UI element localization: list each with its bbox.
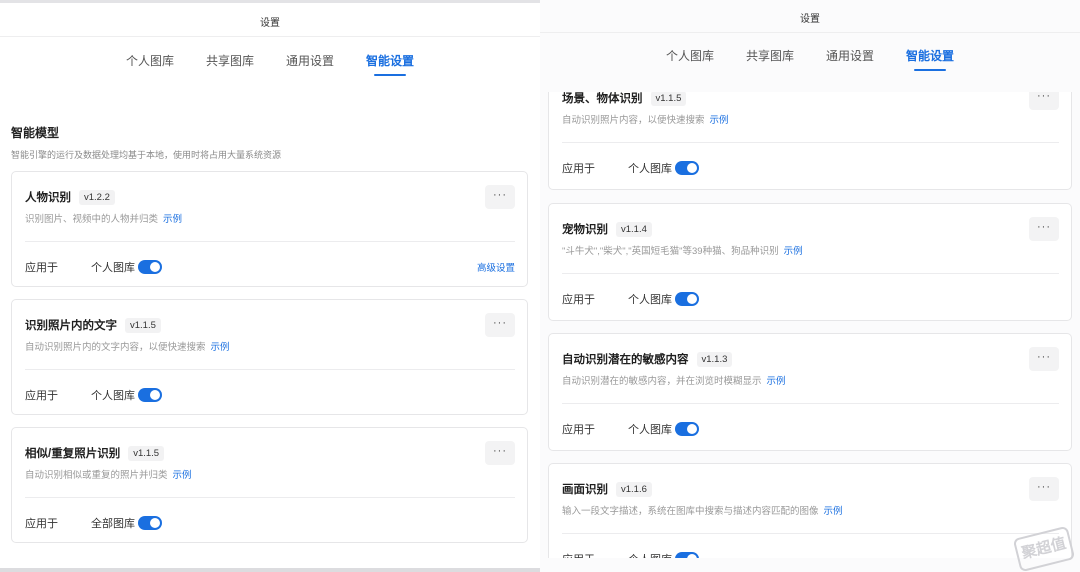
example-link[interactable]: 示例: [784, 246, 803, 257]
version-badge: v1.1.6: [616, 481, 652, 497]
tab-bar: 个人图库 共享图库 通用设置 智能设置: [540, 47, 1080, 71]
title-divider: [540, 32, 1080, 33]
enable-toggle[interactable]: [675, 292, 699, 306]
scope-label: 个人图库: [91, 262, 135, 274]
apply-label: 应用于: [25, 390, 58, 402]
bottom-scrollbar[interactable]: [0, 568, 540, 572]
tab-bar: 个人图库 共享图库 通用设置 智能设置: [0, 52, 540, 76]
model-description: 输入一段文字描述，系统在图库中搜索与描述内容匹配的图像 示例: [562, 506, 843, 517]
apply-row: 应用于 个人图库 高级设置: [25, 259, 515, 275]
enable-toggle[interactable]: [138, 260, 162, 274]
version-badge: v1.1.5: [650, 90, 687, 106]
tab-general-settings[interactable]: 通用设置: [826, 47, 874, 64]
card-divider: [562, 142, 1059, 143]
example-link[interactable]: 示例: [173, 470, 192, 481]
model-name: 自动识别潜在的敏感内容: [562, 354, 689, 366]
tab-smart-settings[interactable]: 智能设置: [366, 52, 414, 76]
apply-label: 应用于: [562, 163, 595, 175]
model-name: 人物识别: [25, 192, 71, 204]
advanced-settings-link[interactable]: 高级设置: [477, 260, 515, 274]
scope-label: 个人图库: [628, 424, 672, 436]
scope-label: 全部图库: [91, 518, 135, 530]
tab-general-settings[interactable]: 通用设置: [286, 52, 334, 69]
apply-row: 应用于 个人图库: [562, 291, 1059, 307]
window-title: 设置: [800, 14, 820, 25]
tab-shared-library[interactable]: 共享图库: [746, 47, 794, 64]
settings-window-left: 设置 个人图库 共享图库 通用设置 智能设置 智能模型 智能引擎的运行及数据处理…: [0, 0, 540, 572]
more-options-button[interactable]: ···: [1029, 477, 1059, 501]
more-options-button[interactable]: ···: [1029, 347, 1059, 371]
model-name: 识别照片内的文字: [25, 320, 117, 332]
model-name: 相似/重复照片识别: [25, 448, 121, 460]
apply-row: 应用于 个人图库: [562, 421, 1059, 437]
more-options-button[interactable]: ···: [485, 185, 515, 209]
version-badge: v1.1.3: [696, 351, 733, 367]
scope-label: 个人图库: [91, 390, 135, 402]
version-badge: v1.2.2: [79, 189, 115, 205]
apply-label: 应用于: [562, 294, 595, 306]
section-header: 智能模型 智能引擎的运行及数据处理均基于本地，使用时将占用大量系统资源: [11, 124, 281, 161]
model-card-image-description-search: 画面识别 v1.1.6 ··· 输入一段文字描述，系统在图库中搜索与描述内容匹配…: [548, 463, 1072, 572]
model-card-sensitive-content: 自动识别潜在的敏感内容 v1.1.3 ··· 自动识别潜在的敏感内容，并在浏览时…: [548, 333, 1072, 451]
version-badge: v1.1.5: [128, 445, 165, 461]
enable-toggle[interactable]: [138, 516, 162, 530]
model-card-duplicate-recognition: 相似/重复照片识别 v1.1.5 ··· 自动识别相似或重复的照片并归类 示例 应…: [11, 427, 528, 543]
apply-row: 应用于 全部图库: [25, 515, 515, 531]
example-link[interactable]: 示例: [824, 506, 843, 517]
card-divider: [25, 369, 515, 370]
more-options-button[interactable]: ···: [1029, 217, 1059, 241]
enable-toggle[interactable]: [138, 388, 162, 402]
model-description: 自动识别潜在的敏感内容，并在浏览时模糊显示 示例: [562, 376, 786, 387]
section-description: 智能引擎的运行及数据处理均基于本地，使用时将占用大量系统资源: [11, 150, 282, 160]
example-link[interactable]: 示例: [767, 376, 786, 387]
more-options-button[interactable]: ···: [485, 441, 515, 465]
scope-label: 个人图库: [628, 163, 672, 175]
card-divider: [25, 497, 515, 498]
tab-personal-library[interactable]: 个人图库: [666, 47, 714, 64]
example-link[interactable]: 示例: [710, 115, 729, 126]
model-name: 画面识别: [562, 484, 608, 496]
card-divider: [562, 533, 1059, 534]
title-divider: [0, 36, 540, 37]
apply-label: 应用于: [25, 518, 58, 530]
tab-shared-library[interactable]: 共享图库: [206, 52, 254, 69]
apply-row: 应用于 个人图库: [562, 160, 1059, 176]
version-badge: v1.1.5: [125, 317, 161, 333]
bottom-fade: [540, 558, 1080, 572]
enable-toggle[interactable]: [675, 161, 699, 175]
model-card-pet-recognition: 宠物识别 v1.1.4 ··· "斗牛犬","柴犬","英国短毛猫"等39种猫、…: [548, 203, 1072, 321]
model-description: 自动识别相似或重复的照片并归类 示例: [25, 470, 192, 481]
model-description: 自动识别照片内容，以便快速搜索 示例: [562, 115, 729, 126]
model-card-text-recognition: 识别照片内的文字 v1.1.5 ··· 自动识别照片内的文字内容，以便快速搜索示…: [11, 299, 528, 415]
more-options-button[interactable]: ···: [485, 313, 515, 337]
model-name: 场景、物体识别: [562, 93, 643, 105]
card-divider: [562, 273, 1059, 274]
apply-label: 应用于: [25, 262, 58, 274]
scope-label: 个人图库: [628, 294, 672, 306]
version-badge: v1.1.4: [616, 221, 652, 237]
example-link[interactable]: 示例: [211, 342, 230, 353]
model-description: 识别图片、视频中的人物并归类 示例: [25, 214, 183, 225]
tab-personal-library[interactable]: 个人图库: [126, 52, 174, 69]
model-card-person-recognition: 人物识别 v1.2.2 ··· 识别图片、视频中的人物并归类 示例 应用于 个人图…: [11, 171, 528, 287]
section-title: 智能模型: [11, 126, 60, 140]
model-description: 自动识别照片内的文字内容，以便快速搜索 示例: [25, 342, 230, 353]
card-divider: [25, 241, 515, 242]
apply-row: 应用于 个人图库: [25, 387, 515, 403]
tab-smart-settings[interactable]: 智能设置: [906, 47, 954, 71]
model-name: 宠物识别: [562, 224, 608, 236]
example-link[interactable]: 示例: [163, 214, 182, 225]
window-title: 设置: [260, 18, 280, 29]
card-divider: [562, 403, 1059, 404]
apply-label: 应用于: [562, 424, 595, 436]
enable-toggle[interactable]: [675, 422, 699, 436]
model-description: "斗牛犬","柴犬","英国短毛猫"等39种猫、狗品种识别 示例: [562, 246, 803, 257]
settings-window-right: 场景、物体识别 v1.1.5 ··· 自动识别照片内容，以便快速搜索 示例 应用于…: [540, 0, 1080, 572]
